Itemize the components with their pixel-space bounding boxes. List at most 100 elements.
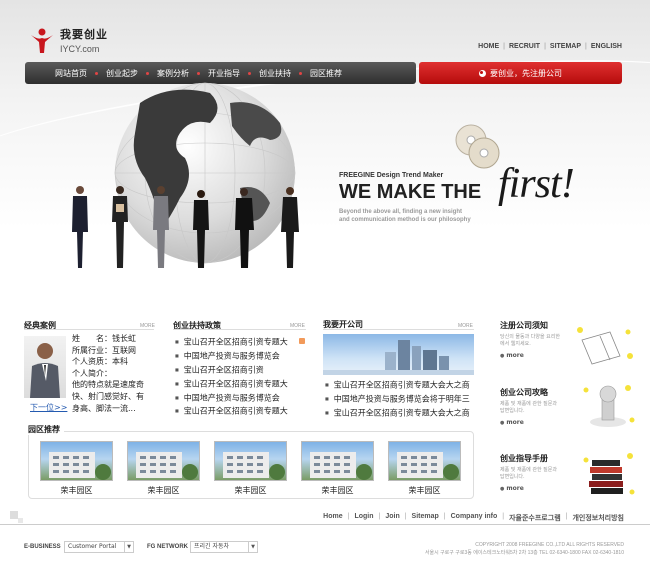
list-item[interactable]: 宝山召开全区招商引资 bbox=[175, 363, 299, 377]
logo-person-icon bbox=[31, 28, 53, 53]
top-link-separator: | bbox=[585, 43, 587, 50]
footer-link-separator: | bbox=[378, 513, 381, 520]
nav-item-cases[interactable]: 案例分析 bbox=[157, 68, 189, 79]
logo-cn-text: 我要创业 bbox=[60, 28, 108, 41]
park-building-thumbnail bbox=[388, 441, 461, 481]
hero-desc-line: Beyond the above all, finding a new insi… bbox=[339, 209, 463, 215]
list-item[interactable]: 宝山召开全区招商引资专题大会大之商 bbox=[325, 378, 475, 392]
top-link-sitemap[interactable]: SITEMAP bbox=[550, 43, 581, 50]
side-block-desc: 당신의 물동과 다양을 요리한에서 웹지세요. bbox=[500, 334, 560, 347]
footer-link-separator: | bbox=[502, 513, 505, 520]
side-block-register: 注册公司须知 당신의 물동과 다양을 요리한에서 웹지세요. more bbox=[500, 320, 560, 359]
logo-domain-text: IYCY.com bbox=[60, 44, 100, 54]
park-caption: 荣丰园区 bbox=[147, 486, 180, 495]
side-block-desc: 제품 및 재품에 관한 질문과 답변입니다. bbox=[500, 467, 557, 480]
profile-intro-text: 快、射门感觉好、有 bbox=[72, 391, 144, 401]
hero-tagline-description: Beyond the above all, finding a new insi… bbox=[339, 208, 509, 224]
park-card[interactable]: 荣丰园区 bbox=[40, 441, 113, 496]
business-people-image bbox=[72, 186, 299, 268]
fg-network-select[interactable]: 프리긴 자동차 ▼ bbox=[190, 541, 258, 553]
nav-item-home[interactable]: 网站首页 bbox=[55, 68, 87, 79]
footer-divider bbox=[0, 524, 650, 525]
nav-item-parks[interactable]: 园区推荐 bbox=[310, 68, 342, 79]
footer-link-sitemap[interactable]: Sitemap bbox=[412, 513, 439, 523]
ebusiness-select[interactable]: Customer Portal ▼ bbox=[64, 541, 134, 553]
list-item[interactable]: 宝山召开全区招商引资专题大会大之商 bbox=[325, 406, 475, 420]
register-company-button[interactable]: 要创业，先注册公司 bbox=[419, 62, 622, 84]
profile-intro-text: 身高、脚法一流... bbox=[72, 403, 136, 413]
key-lock-icon bbox=[583, 385, 635, 427]
side-block-strategy: 创业公司攻略 제품 및 재품에 관한 질문과 답변입니다. more bbox=[500, 387, 560, 426]
city-skyline-image bbox=[323, 334, 474, 375]
chevron-down-icon: ▼ bbox=[124, 542, 133, 552]
books-stack-icon bbox=[583, 453, 635, 495]
profile-qualification: 个人资质：本科 bbox=[72, 357, 128, 367]
company-list: 宝山召开全区招商引资专题大会大之商 中国地产投资与服务博览会将于明年三 宝山召开… bbox=[325, 378, 475, 420]
footer-link-compliance[interactable]: 자율준수프로그램 bbox=[509, 513, 561, 523]
top-link-separator: | bbox=[544, 43, 546, 50]
park-card[interactable]: 荣丰园区 bbox=[214, 441, 287, 496]
side-block-title: 创业公司攻略 bbox=[500, 388, 548, 397]
top-link-recruit[interactable]: RECRUIT bbox=[509, 43, 540, 50]
decor-square bbox=[18, 518, 23, 523]
copyright-text: COPYRIGHT 2008 FREEGINE CO.,LTD ALL RIGH… bbox=[475, 542, 624, 548]
nav-item-startup[interactable]: 创业起步 bbox=[106, 68, 138, 79]
side-block-desc: 제품 및 재품에 관한 질문과 답변입니다. bbox=[500, 401, 557, 414]
section-divider bbox=[173, 329, 306, 330]
footer-link-separator: | bbox=[565, 513, 568, 520]
park-caption: 荣丰园区 bbox=[234, 486, 267, 495]
footer-nav: Home | Login | Join | Sitemap | Company … bbox=[323, 513, 624, 523]
policy-list: 宝山召开全区招商引资专题大 中国地产投资与服务博览会 宝山召开全区招商引资 宝山… bbox=[175, 335, 299, 418]
nav-separator-dot bbox=[299, 71, 302, 75]
fg-network-label: FG NETWORK bbox=[147, 544, 188, 550]
park-caption: 荣丰园区 bbox=[60, 486, 93, 495]
register-company-label: 要创业，先注册公司 bbox=[490, 68, 562, 78]
profile-intro-text: 他的特点就是速度奇 bbox=[72, 380, 144, 390]
new-badge-icon bbox=[299, 338, 305, 344]
park-card[interactable]: 荣丰园区 bbox=[301, 441, 374, 496]
list-item[interactable]: 宝山召开全区招商引资专题大 bbox=[175, 404, 299, 418]
list-item[interactable]: 宝山召开全区招商引资专题大 bbox=[175, 377, 299, 391]
list-item[interactable]: 中国地产投资与服务博览会 bbox=[175, 349, 299, 363]
footer-link-join[interactable]: Join bbox=[385, 513, 399, 523]
nav-separator-dot bbox=[95, 71, 98, 75]
section-divider bbox=[323, 329, 474, 330]
footer-link-login[interactable]: Login bbox=[354, 513, 373, 523]
chevron-down-icon: ▼ bbox=[248, 542, 257, 552]
side-more-link[interactable]: more bbox=[500, 352, 560, 359]
nav-item-guide[interactable]: 开业指导 bbox=[208, 68, 240, 79]
top-link-home[interactable]: HOME bbox=[478, 43, 499, 50]
businessman-icon bbox=[30, 343, 60, 398]
profile-name: 姓 名：钱长虹 bbox=[72, 334, 136, 343]
park-building-thumbnail bbox=[40, 441, 113, 481]
side-more-link[interactable]: more bbox=[500, 419, 560, 426]
list-item[interactable]: 中国地产投资与服务博览会将于明年三 bbox=[325, 392, 475, 406]
site-logo[interactable]: 我要创业 IYCY.com bbox=[28, 26, 108, 54]
footer-link-privacy[interactable]: 개인정보처리방침 bbox=[572, 513, 624, 523]
footer-link-home[interactable]: Home bbox=[323, 513, 342, 523]
section-divider bbox=[24, 329, 154, 330]
nav-separator-dot bbox=[146, 71, 149, 75]
top-link-separator: | bbox=[503, 43, 505, 50]
hero-tagline-small: FREEGINE Design Trend Maker bbox=[339, 172, 444, 179]
park-caption: 荣丰园区 bbox=[408, 486, 441, 495]
park-building-thumbnail bbox=[214, 441, 287, 481]
list-item[interactable]: 宝山召开全区招商引资专题大 bbox=[175, 335, 299, 349]
next-case-link[interactable]: 下一位>> bbox=[30, 402, 67, 413]
park-card[interactable]: 荣丰园区 bbox=[388, 441, 461, 496]
list-item[interactable]: 中国地产投资与服务博览会 bbox=[175, 391, 299, 405]
footer-link-separator: | bbox=[443, 513, 446, 520]
copyright-block: COPYRIGHT 2008 FREEGINE CO.,LTD ALL RIGH… bbox=[425, 541, 624, 557]
profile-intro-label: 个人简介： bbox=[72, 368, 112, 378]
park-building-thumbnail bbox=[301, 441, 374, 481]
top-link-english[interactable]: ENGLISH bbox=[591, 43, 622, 50]
hero-tagline-big: WE MAKE THE bbox=[339, 181, 482, 203]
footer-link-separator: | bbox=[347, 513, 350, 520]
side-more-link[interactable]: more bbox=[500, 485, 560, 492]
park-card[interactable]: 荣丰园区 bbox=[127, 441, 200, 496]
decor-square bbox=[10, 511, 18, 519]
hero-tagline-first: first! bbox=[498, 161, 575, 207]
footer-link-separator: | bbox=[404, 513, 407, 520]
footer-link-company-info[interactable]: Company info bbox=[451, 513, 498, 523]
nav-item-support[interactable]: 创业扶持 bbox=[259, 68, 291, 79]
